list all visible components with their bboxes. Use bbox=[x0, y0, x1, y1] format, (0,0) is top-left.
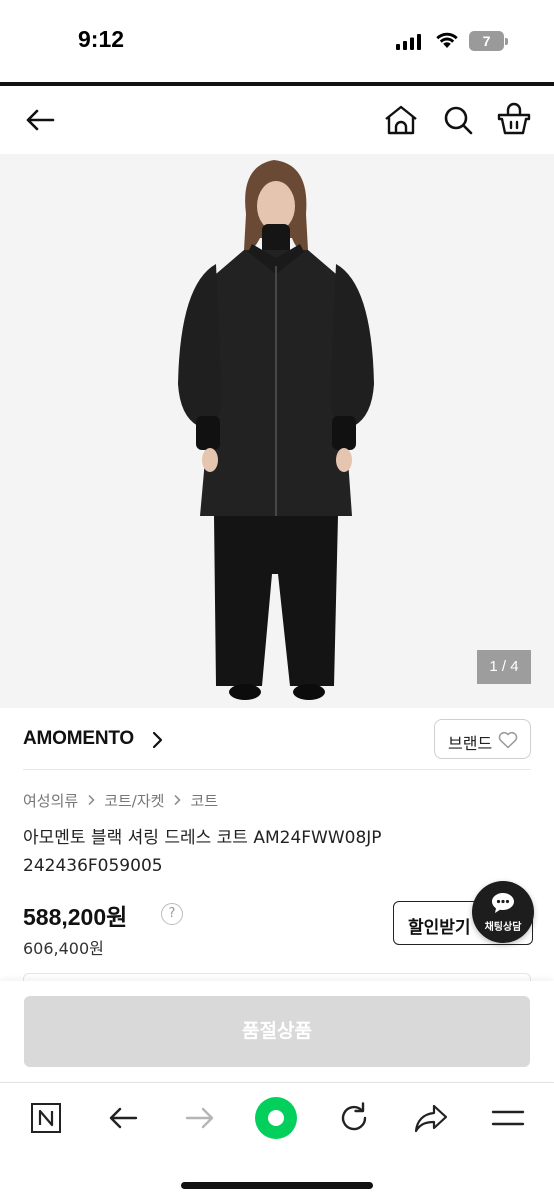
chat-label: 채팅상담 bbox=[484, 922, 522, 933]
battery-icon: 7 bbox=[469, 31, 509, 51]
image-counter: 1 / 4 bbox=[477, 650, 531, 684]
breadcrumb-item[interactable]: 코트 bbox=[190, 790, 218, 811]
chat-bubble-icon bbox=[492, 893, 514, 913]
product-title: 아모멘토 블랙 셔링 드레스 코트 AM24FWW08JP 242436F059… bbox=[23, 828, 382, 876]
breadcrumb-item[interactable]: 코트/자켓 bbox=[104, 790, 164, 811]
chevron-right-icon bbox=[88, 794, 95, 806]
purchase-bar: 품절상품 bbox=[0, 981, 554, 1081]
back-arrow-icon[interactable] bbox=[105, 1100, 141, 1136]
coupon-label: 할인받기 bbox=[408, 918, 471, 938]
back-arrow-icon[interactable] bbox=[22, 102, 58, 138]
breadcrumb-item[interactable]: 여성의류 bbox=[23, 790, 78, 811]
home-icon[interactable] bbox=[383, 102, 419, 138]
home-indicator[interactable] bbox=[181, 1182, 373, 1189]
brand-name[interactable]: AMOMENTO bbox=[23, 728, 134, 750]
original-price: 606,400원 bbox=[23, 939, 104, 958]
price-help-icon[interactable]: ? bbox=[161, 903, 183, 925]
brand-row: AMOMENTO 브랜드 bbox=[0, 708, 554, 770]
row-divider bbox=[23, 769, 531, 770]
wifi-icon bbox=[436, 32, 458, 48]
menu-icon[interactable] bbox=[490, 1100, 526, 1136]
battery-level: 7 bbox=[482, 33, 491, 49]
green-dot-icon[interactable] bbox=[254, 1096, 298, 1140]
browser-bar bbox=[0, 1082, 554, 1200]
forward-arrow-icon[interactable] bbox=[182, 1100, 218, 1136]
cellular-signal-icon bbox=[396, 34, 421, 50]
naver-n-icon[interactable] bbox=[28, 1100, 64, 1136]
status-bar: 9:12 7 bbox=[0, 0, 554, 82]
product-photo bbox=[178, 160, 374, 700]
product-image[interactable]: 1 / 4 bbox=[0, 154, 554, 708]
search-icon[interactable] bbox=[440, 102, 476, 138]
heart-icon bbox=[498, 731, 518, 749]
chat-button[interactable]: 채팅상담 bbox=[472, 881, 534, 943]
cart-icon[interactable] bbox=[496, 102, 532, 138]
brand-button-label: 브랜드 bbox=[448, 734, 493, 753]
brand-like-button[interactable]: 브랜드 bbox=[434, 719, 531, 759]
soldout-button[interactable]: 품절상품 bbox=[24, 996, 530, 1067]
breadcrumb: 여성의류 코트/자켓 코트 bbox=[23, 789, 218, 811]
top-nav bbox=[0, 86, 554, 154]
chevron-right-icon bbox=[174, 794, 182, 806]
chevron-right-icon[interactable] bbox=[150, 731, 164, 749]
status-time: 9:12 bbox=[78, 26, 125, 52]
reload-icon[interactable] bbox=[336, 1100, 372, 1136]
share-icon[interactable] bbox=[413, 1100, 449, 1136]
sale-price: 588,200원 bbox=[23, 904, 128, 930]
